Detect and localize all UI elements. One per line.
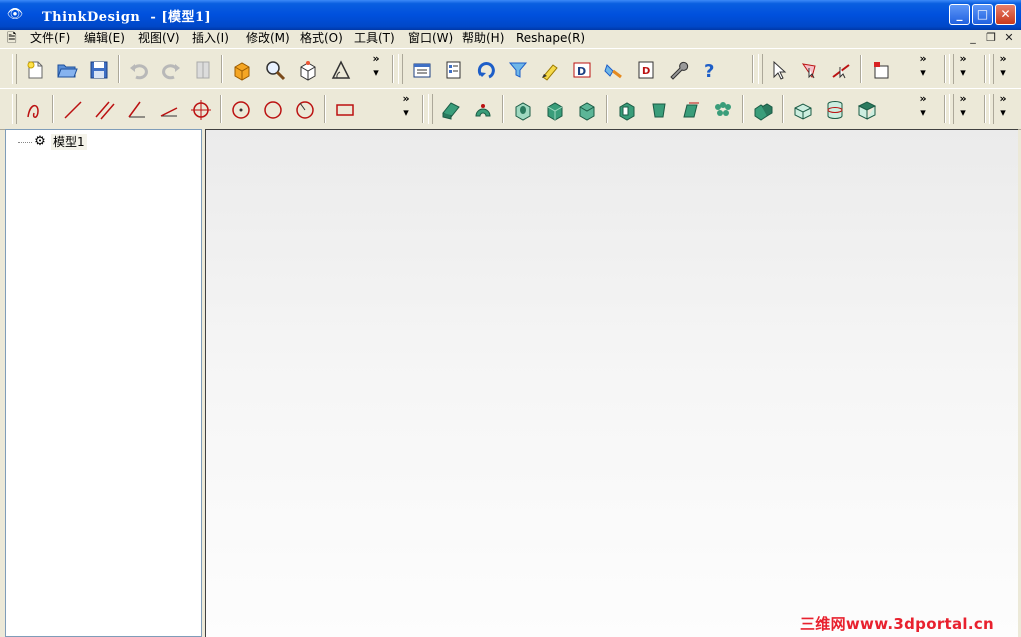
- menu-tools[interactable]: 工具(T): [354, 31, 395, 46]
- mdi-restore-button[interactable]: ❐: [984, 31, 998, 45]
- filter-funnel-icon[interactable]: [505, 57, 531, 83]
- dimension-d-icon[interactable]: D: [569, 57, 595, 83]
- brush-tool-icon[interactable]: [601, 57, 627, 83]
- undo-icon[interactable]: [126, 57, 152, 83]
- menu-reshape[interactable]: Reshape(R): [516, 31, 585, 46]
- toolbar-grip[interactable]: [12, 54, 17, 84]
- circle-radius-icon[interactable]: [292, 97, 318, 123]
- menu-edit[interactable]: 编辑(E): [84, 31, 125, 46]
- toolbar-geometry: » ▾ » ▾ » ▾ » ▾: [0, 88, 1021, 130]
- zoom-magnifier-icon[interactable]: [262, 57, 288, 83]
- mdi-minimize-button[interactable]: _: [966, 31, 980, 45]
- menu-modify[interactable]: 修改(M): [246, 31, 290, 46]
- circle-center-icon[interactable]: [228, 97, 254, 123]
- panel-toggle-icon[interactable]: [190, 57, 216, 83]
- model-node-icon[interactable]: ⚙: [32, 134, 48, 150]
- toolbar-standard: » ▾ D D ? » ▾ » ▾ » ▾: [0, 48, 1021, 90]
- bisector-line-icon[interactable]: [156, 97, 182, 123]
- rectangle-icon[interactable]: [332, 97, 358, 123]
- revolve-solid-icon[interactable]: [470, 97, 496, 123]
- mdi-close-button[interactable]: ✕: [1002, 31, 1016, 45]
- box-primitive-icon[interactable]: [790, 97, 816, 123]
- wrench-icon[interactable]: [665, 57, 691, 83]
- toolbar-overflow-chevron[interactable]: » ▾: [369, 52, 383, 88]
- extrude-solid-icon[interactable]: [438, 97, 464, 123]
- title-bar: 👁 ThinkDesign - [模型1] _ □ ✕: [0, 0, 1021, 30]
- help-question-icon[interactable]: ?: [697, 57, 723, 83]
- menu-window[interactable]: 窗口(W): [408, 31, 453, 46]
- close-button[interactable]: ✕: [995, 4, 1016, 25]
- section-solid-icon[interactable]: [614, 97, 640, 123]
- shell-solid-icon[interactable]: [542, 97, 568, 123]
- open-folder-icon[interactable]: [54, 57, 80, 83]
- properties-sheet-icon[interactable]: [409, 57, 435, 83]
- refresh-arrow-icon[interactable]: [473, 57, 499, 83]
- menu-view[interactable]: 视图(V): [138, 31, 180, 46]
- cylinder-primitive-icon[interactable]: [822, 97, 848, 123]
- dimension-sheet-icon[interactable]: D: [633, 57, 659, 83]
- document-icon[interactable]: 🗎: [7, 31, 23, 46]
- layered-box-icon[interactable]: [854, 97, 880, 123]
- highlight-marker-icon[interactable]: [537, 57, 563, 83]
- menu-file[interactable]: 文件(F): [30, 31, 70, 46]
- draft-solid-icon[interactable]: [646, 97, 672, 123]
- select-pointer-icon[interactable]: [766, 57, 792, 83]
- parallel-lines-icon[interactable]: [92, 97, 118, 123]
- watermark-text: 三维网www.3dportal.cn: [800, 615, 995, 633]
- save-disk-icon[interactable]: [86, 57, 112, 83]
- redo-icon[interactable]: [158, 57, 184, 83]
- menu-bar: 🗎 文件(F) 编辑(E) 视图(V) 插入(I) 修改(M) 格式(O) 工具…: [0, 30, 1021, 49]
- list-document-icon[interactable]: [441, 57, 467, 83]
- box-solid-icon[interactable]: [229, 57, 255, 83]
- offset-face-icon[interactable]: [678, 97, 704, 123]
- window-title: ThinkDesign - [模型1]: [42, 10, 212, 25]
- sheet-flag-icon[interactable]: [868, 57, 894, 83]
- select-shape-icon[interactable]: [796, 57, 822, 83]
- minimize-button[interactable]: _: [949, 4, 970, 25]
- angle-line-icon[interactable]: [124, 97, 150, 123]
- select-edge-icon[interactable]: [828, 57, 854, 83]
- new-file-icon[interactable]: [22, 57, 48, 83]
- curve-spline-icon[interactable]: [22, 97, 48, 123]
- app-eye-icon[interactable]: 👁: [6, 7, 24, 23]
- line-icon[interactable]: [60, 97, 86, 123]
- menu-insert[interactable]: 插入(I): [192, 31, 229, 46]
- model-tree-panel[interactable]: ⚙ 模型1: [5, 129, 202, 637]
- circle-icon[interactable]: [260, 97, 286, 123]
- menu-help[interactable]: 帮助(H): [462, 31, 504, 46]
- svg-text:D: D: [642, 66, 650, 77]
- boolean-solid-icon[interactable]: [750, 97, 776, 123]
- tree-item-model[interactable]: 模型1: [51, 134, 87, 150]
- graphics-viewport[interactable]: [205, 129, 1018, 637]
- menu-format[interactable]: 格式(O): [300, 31, 343, 46]
- cube-view-icon[interactable]: [295, 57, 321, 83]
- svg-text:D: D: [577, 65, 586, 78]
- svg-text:?: ?: [704, 61, 714, 81]
- chamfer-solid-icon[interactable]: [574, 97, 600, 123]
- hole-feature-icon[interactable]: [510, 97, 536, 123]
- crosshair-point-icon[interactable]: [188, 97, 214, 123]
- pattern-solid-icon[interactable]: [710, 97, 736, 123]
- maximize-button[interactable]: □: [972, 4, 993, 25]
- measure-angle-icon[interactable]: [328, 57, 354, 83]
